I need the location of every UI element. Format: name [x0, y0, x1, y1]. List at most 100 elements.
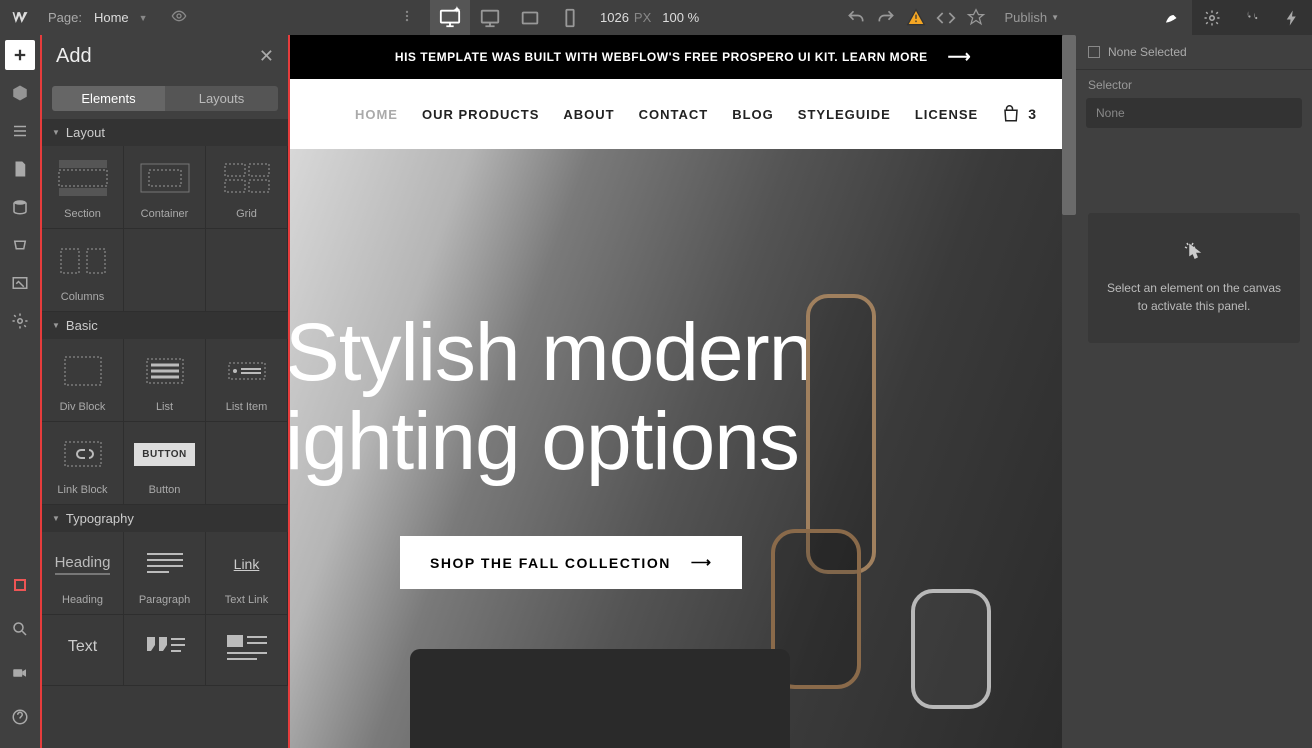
- link-block-icon: [57, 434, 109, 474]
- redo-icon[interactable]: [876, 8, 896, 28]
- element-text-block[interactable]: Text: [42, 615, 124, 686]
- nav-about[interactable]: ABOUT: [563, 107, 614, 122]
- device-toolbar: ✦ 1026 PX 100 %: [430, 0, 699, 35]
- top-bar: Page: Home ▼ ✦ 1026 PX 100 %: [0, 0, 1312, 35]
- symbols-icon[interactable]: [5, 78, 35, 108]
- canvas-scrollbar[interactable]: [1062, 35, 1076, 748]
- element-list[interactable]: List: [124, 339, 206, 422]
- section-typography-header[interactable]: Typography: [42, 505, 288, 532]
- page-label: Page:: [48, 10, 82, 25]
- settings-icon[interactable]: [5, 306, 35, 336]
- button-icon: BUTTON: [139, 434, 191, 474]
- navigator-icon[interactable]: [5, 116, 35, 146]
- assets-icon[interactable]: [5, 268, 35, 298]
- section-layout-header[interactable]: Layout: [42, 119, 288, 146]
- chevron-down-icon: ▼: [1051, 13, 1059, 22]
- hero-title-line2[interactable]: ighting options: [290, 398, 1076, 487]
- element-heading[interactable]: Heading Heading: [42, 532, 124, 615]
- left-toolbar: [0, 35, 40, 748]
- ecommerce-icon[interactable]: [5, 230, 35, 260]
- device-tablet-icon[interactable]: [470, 0, 510, 35]
- grid-icon: [221, 158, 273, 198]
- selector-input[interactable]: None: [1086, 98, 1302, 128]
- sofa-decoration: [410, 649, 790, 748]
- nav-contact[interactable]: CONTACT: [639, 107, 709, 122]
- blockquote-icon: [139, 627, 191, 667]
- device-tablet-landscape-icon[interactable]: [510, 0, 550, 35]
- add-panel-title: Add: [56, 45, 92, 68]
- warning-icon[interactable]: [906, 8, 926, 28]
- canvas[interactable]: HIS TEMPLATE WAS BUILT WITH WEBFLOW'S FR…: [290, 35, 1076, 748]
- checkbox-icon: [1088, 46, 1100, 58]
- more-icon[interactable]: [400, 9, 414, 26]
- element-columns[interactable]: Columns: [42, 229, 124, 312]
- right-panel: None Selected Selector None Select an el…: [1076, 35, 1312, 748]
- element-text-link[interactable]: Link Text Link: [206, 532, 288, 615]
- tab-layouts[interactable]: Layouts: [165, 86, 278, 111]
- publish-label: Publish: [1004, 10, 1047, 25]
- element-container[interactable]: Container: [124, 146, 206, 229]
- publish-button[interactable]: Publish ▼: [996, 10, 1067, 25]
- stop-icon[interactable]: [5, 570, 35, 600]
- element-blockquote[interactable]: [124, 615, 206, 686]
- video-icon[interactable]: [5, 658, 35, 688]
- nav-products[interactable]: OUR PRODUCTS: [422, 107, 539, 122]
- columns-icon: [57, 241, 109, 281]
- search-icon[interactable]: [5, 614, 35, 644]
- arrow-right-icon: ⟶: [948, 47, 971, 67]
- pointer-icon: [1182, 241, 1206, 265]
- list-icon: [139, 351, 191, 391]
- canvas-width[interactable]: 1026: [600, 10, 629, 25]
- cart-button[interactable]: 3: [1002, 105, 1036, 123]
- div-block-icon: [57, 351, 109, 391]
- scrollbar-thumb[interactable]: [1062, 35, 1076, 215]
- close-icon[interactable]: ✕: [259, 46, 274, 67]
- cms-icon[interactable]: [5, 192, 35, 222]
- hero-title-line1[interactable]: Stylish modern: [290, 309, 1076, 398]
- cta-label: SHOP THE FALL COLLECTION: [430, 555, 671, 571]
- webflow-logo[interactable]: [10, 8, 30, 28]
- add-element-button[interactable]: [5, 40, 35, 70]
- announcement-bar[interactable]: HIS TEMPLATE WAS BUILT WITH WEBFLOW'S FR…: [290, 35, 1076, 79]
- rich-text-icon: [221, 627, 273, 667]
- element-list-item[interactable]: List Item: [206, 339, 288, 422]
- pages-icon[interactable]: [5, 154, 35, 184]
- announcement-text: HIS TEMPLATE WAS BUILT WITH WEBFLOW'S FR…: [395, 50, 928, 64]
- element-button[interactable]: BUTTON Button: [124, 422, 206, 505]
- canvas-zoom[interactable]: 100 %: [662, 10, 699, 25]
- element-section[interactable]: Section: [42, 146, 124, 229]
- empty-state: Select an element on the canvas to activ…: [1088, 213, 1300, 343]
- settings-tab-icon[interactable]: [1192, 0, 1232, 35]
- paragraph-icon: [139, 544, 191, 584]
- interactions-tab-icon[interactable]: [1272, 0, 1312, 35]
- audit-icon[interactable]: [966, 8, 986, 28]
- text-link-icon: Link: [221, 544, 273, 584]
- hero-section[interactable]: Stylish modern ighting options SHOP THE …: [290, 149, 1076, 748]
- undo-icon[interactable]: [846, 8, 866, 28]
- cta-button[interactable]: SHOP THE FALL COLLECTION ⟶: [400, 536, 742, 589]
- nav-styleguide[interactable]: STYLEGUIDE: [798, 107, 891, 122]
- element-div-block[interactable]: Div Block: [42, 339, 124, 422]
- element-rich-text[interactable]: [206, 615, 288, 686]
- page-name[interactable]: Home: [94, 10, 129, 25]
- element-grid[interactable]: Grid: [206, 146, 288, 229]
- nav-license[interactable]: LICENSE: [915, 107, 978, 122]
- section-basic-header[interactable]: Basic: [42, 312, 288, 339]
- device-desktop-icon[interactable]: ✦: [430, 0, 470, 35]
- element-paragraph[interactable]: Paragraph: [124, 532, 206, 615]
- element-link-block[interactable]: Link Block: [42, 422, 124, 505]
- style-manager-tab-icon[interactable]: [1232, 0, 1272, 35]
- text-icon: Text: [57, 627, 109, 667]
- container-icon: [139, 158, 191, 198]
- nav-blog[interactable]: BLOG: [732, 107, 774, 122]
- preview-icon[interactable]: [171, 8, 187, 27]
- nav-home[interactable]: HOME: [355, 107, 398, 122]
- help-icon[interactable]: [5, 702, 35, 732]
- device-mobile-icon[interactable]: [550, 0, 590, 35]
- style-tab-icon[interactable]: [1152, 0, 1192, 35]
- tab-elements[interactable]: Elements: [52, 86, 165, 111]
- code-icon[interactable]: [936, 8, 956, 28]
- chevron-down-icon[interactable]: ▼: [139, 13, 148, 23]
- right-panel-tabs: [1152, 0, 1312, 35]
- add-panel: Add ✕ Elements Layouts Layout Section Co…: [40, 35, 290, 748]
